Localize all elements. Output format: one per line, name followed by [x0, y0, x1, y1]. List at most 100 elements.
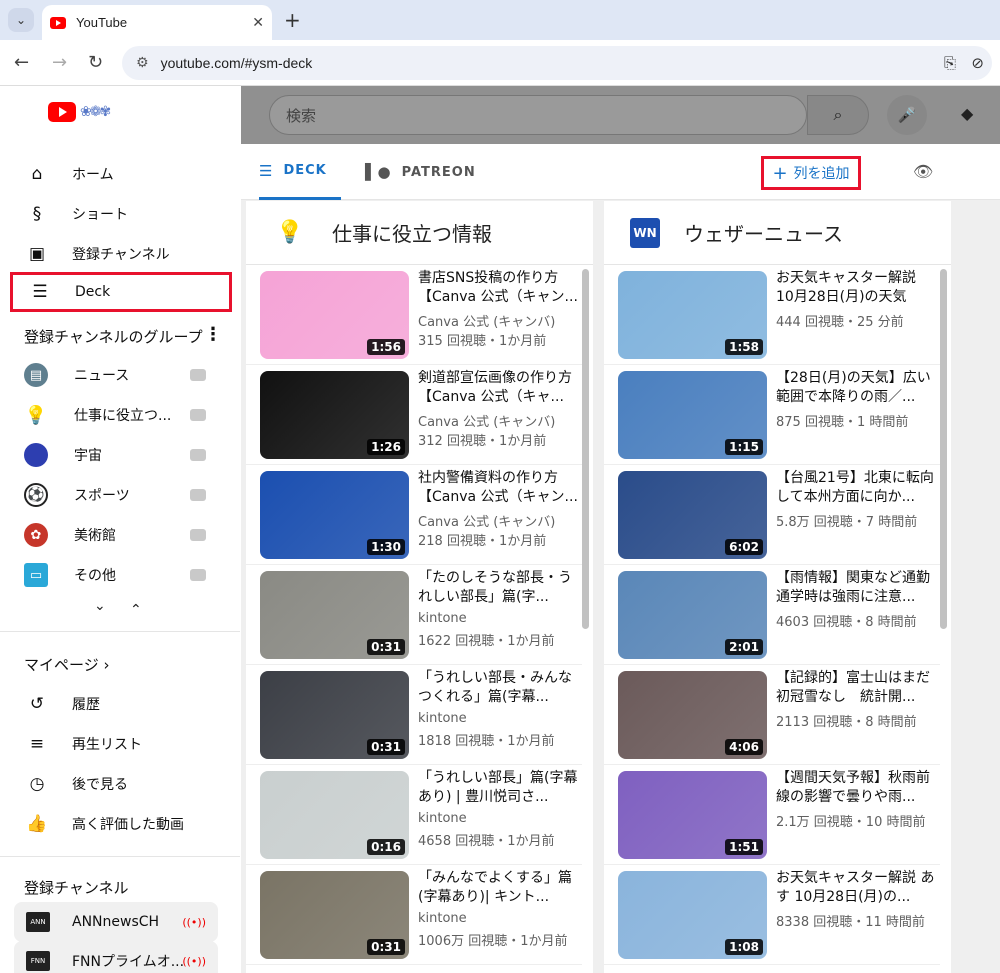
video-item[interactable]: 0:31 「たのしそうな部長・うれしい部長」篇(字... kintone 1622 回… — [246, 565, 582, 665]
video-title[interactable]: 【週間天気予報】秋雨前線の影響で曇りや雨... — [776, 769, 936, 807]
video-item[interactable]: 1:15 【28日(月)の天気】広い範囲で本降りの雨／... 875 回視聴・1 時… — [604, 365, 940, 465]
tab-search-button[interactable]: ⌄ — [8, 8, 34, 32]
channel-name[interactable]: kintone — [418, 911, 467, 926]
duration-badge: 2:01 — [725, 639, 763, 655]
video-thumbnail[interactable]: 6:02 — [618, 471, 767, 559]
sidebar-item-watch-later[interactable]: ◷ 後で見る — [10, 764, 232, 804]
more-options-icon[interactable]: ⋮ — [204, 324, 222, 345]
play-icon[interactable] — [190, 409, 206, 421]
video-item[interactable]: 1:51 【週間天気予報】秋雨前線の影響で曇りや雨... 2.1万 回視聴・10 時… — [604, 765, 940, 865]
channel-name[interactable]: kintone — [418, 611, 467, 626]
video-thumbnail[interactable]: 1:58 — [618, 271, 767, 359]
youtube-logo-icon — [48, 102, 76, 122]
new-tab-icon[interactable]: + — [284, 8, 301, 32]
column-scrollbar[interactable] — [940, 269, 947, 629]
sidebar-item-liked[interactable]: 👍 高く評価した動画 — [10, 804, 232, 844]
video-title[interactable]: 「うれしい部長・みんなつくれる」篇(字幕... — [418, 669, 578, 707]
video-item[interactable]: 0:31 「みんなでよくする」篇 (字幕あり)| キント... kintone 100… — [246, 865, 582, 965]
sidebar-sub-fnn[interactable]: FNN FNNプライムオ... ((•)) — [14, 941, 218, 973]
video-title[interactable]: 社内警備資料の作り方【Canva 公式（キャン... — [418, 469, 578, 507]
video-title[interactable]: 「たのしそうな部長・うれしい部長」篇(字... — [418, 569, 578, 607]
video-title[interactable]: お天気キャスター解説 10月28日(月)の天気 — [776, 269, 936, 307]
video-title[interactable]: 「うれしい部長」篇(字幕あり) | 豊川悦司さ... — [418, 769, 578, 807]
address-bar[interactable]: ⚙ youtube.com/#ysm-deck ⎘ ⊘ — [122, 46, 992, 80]
video-thumbnail[interactable]: 0:31 — [260, 671, 409, 759]
sidebar-item-subscriptions[interactable]: ▣ 登録チャンネル — [10, 234, 232, 274]
sidebar-item-playlist[interactable]: ≡ 再生リスト — [10, 724, 232, 764]
mypage-heading[interactable]: マイページ › — [24, 654, 109, 675]
video-item[interactable]: 1:26 剣道部宣伝画像の作り方【Canva 公式（キャ... Canva 公式 (… — [246, 365, 582, 465]
video-title[interactable]: 【記録的】富士山はまだ初冠雪なし 統計開... — [776, 669, 936, 707]
group-item-news[interactable]: ▤ ニュース — [14, 355, 232, 395]
search-input[interactable]: 検索 — [269, 95, 807, 135]
back-icon[interactable]: ← — [14, 52, 29, 73]
microphone-button[interactable]: 🎤 — [887, 95, 927, 135]
video-title[interactable]: 【雨情報】関東など通勤通学時は強雨に注意... — [776, 569, 936, 607]
close-tab-icon[interactable]: ✕ — [252, 15, 264, 31]
video-item[interactable]: 0:16 「うれしい部長」篇(字幕あり) | 豊川悦司さ... kintone 465… — [246, 765, 582, 865]
video-title[interactable]: 【台風21号】北東に転向して本州方面に向か... — [776, 469, 936, 507]
group-item-sports[interactable]: ⚽ スポーツ — [14, 475, 232, 515]
group-item-art[interactable]: ✿ 美術館 — [14, 515, 232, 555]
forward-icon[interactable]: → — [52, 52, 67, 73]
hide-icon[interactable]: ⊘ — [971, 54, 984, 72]
video-item[interactable]: 1:30 社内警備資料の作り方【Canva 公式（キャン... Canva 公式 (… — [246, 465, 582, 565]
tab-deck[interactable]: ☰ DECK — [259, 144, 341, 200]
sidebar-item-shorts[interactable]: § ショート — [10, 194, 232, 234]
play-icon[interactable] — [190, 369, 206, 381]
video-thumbnail[interactable]: 0:31 — [260, 571, 409, 659]
group-item-space[interactable]: 宇宙 — [14, 435, 232, 475]
tab-patreon[interactable]: ▌● PATREON — [365, 144, 476, 200]
channel-name[interactable]: Canva 公式 (キャンバ) — [418, 511, 555, 530]
video-thumbnail[interactable]: 4:06 — [618, 671, 767, 759]
sidebar-item-history[interactable]: ↺ 履歴 — [10, 684, 232, 724]
video-thumbnail[interactable]: 1:15 — [618, 371, 767, 459]
group-item-other[interactable]: ▭ その他 — [14, 555, 232, 595]
video-item[interactable]: 6:02 【台風21号】北東に転向して本州方面に向か... 5.8万 回視聴・7 時… — [604, 465, 940, 565]
video-thumbnail[interactable]: 1:51 — [618, 771, 767, 859]
video-thumbnail[interactable]: 1:56 — [260, 271, 409, 359]
video-title[interactable]: 「みんなでよくする」篇 (字幕あり)| キント... — [418, 869, 578, 907]
browser-tab[interactable]: YouTube ✕ — [42, 5, 272, 40]
channel-name[interactable]: Canva 公式 (キャンバ) — [418, 311, 555, 330]
video-item[interactable]: 4:06 【記録的】富士山はまだ初冠雪なし 統計開... 2113 回視聴・8 時間… — [604, 665, 940, 765]
group-item-work[interactable]: 💡 仕事に役立つ... — [14, 395, 232, 435]
play-icon[interactable] — [190, 489, 206, 501]
sidebar-item-deck[interactable]: ☰ Deck — [10, 272, 232, 312]
install-app-icon[interactable]: ⎘ — [944, 54, 956, 72]
sidebar-sub-annnewsch[interactable]: ANN ANNnewsCH ((•)) — [14, 902, 218, 942]
column-scrollbar[interactable] — [582, 269, 589, 629]
video-title[interactable]: 【28日(月)の天気】広い範囲で本降りの雨／... — [776, 369, 936, 407]
search-button[interactable]: ⌕ — [807, 95, 869, 135]
video-meta: 875 回視聴・1 時間前 — [776, 415, 909, 430]
video-item[interactable]: 0:31 「うれしい部長・みんなつくれる」篇(字幕... kintone 1818 回… — [246, 665, 582, 765]
play-icon[interactable] — [190, 569, 206, 581]
video-thumbnail[interactable]: 0:31 — [260, 871, 409, 959]
video-thumbnail[interactable]: 1:08 — [618, 871, 767, 959]
video-thumbnail[interactable]: 0:16 — [260, 771, 409, 859]
video-title[interactable]: 剣道部宣伝画像の作り方【Canva 公式（キャ... — [418, 369, 578, 407]
reload-icon[interactable]: ↻ — [88, 52, 103, 73]
collapse-up-icon[interactable]: ⌃ — [130, 602, 142, 618]
tag-icon[interactable]: ◆ — [961, 104, 973, 123]
channel-name[interactable]: kintone — [418, 711, 467, 726]
sidebar-item-home[interactable]: ⌂ ホーム — [10, 154, 232, 194]
video-item[interactable]: 2:01 【雨情報】関東など通勤通学時は強雨に注意... 4603 回視聴・8 時間… — [604, 565, 940, 665]
video-thumbnail[interactable]: 1:30 — [260, 471, 409, 559]
add-column-button[interactable]: + 列を追加 — [761, 156, 861, 190]
video-item[interactable]: 1:58 お天気キャスター解説 10月28日(月)の天気 444 回視聴・25 分前 — [604, 265, 940, 365]
site-info-icon[interactable]: ⚙ — [136, 55, 149, 71]
play-icon[interactable] — [190, 529, 206, 541]
video-thumbnail[interactable]: 2:01 — [618, 571, 767, 659]
expand-down-icon[interactable]: ⌄ — [94, 598, 106, 614]
video-thumbnail[interactable]: 1:26 — [260, 371, 409, 459]
channel-name[interactable]: kintone — [418, 811, 467, 826]
play-icon[interactable] — [190, 449, 206, 461]
channel-name[interactable]: Canva 公式 (キャンバ) — [418, 411, 555, 430]
visibility-icon[interactable]: 👁 — [913, 162, 933, 181]
video-title[interactable]: お天気キャスター解説 あす 10月28日(月)の... — [776, 869, 936, 907]
video-item[interactable]: 1:08 お天気キャスター解説 あす 10月28日(月)の... 8338 回視聴・… — [604, 865, 940, 965]
video-title[interactable]: 書店SNS投稿の作り方【Canva 公式（キャン... — [418, 269, 578, 307]
youtube-logo[interactable]: ❀❁✾ — [48, 102, 111, 122]
video-item[interactable]: 1:56 書店SNS投稿の作り方【Canva 公式（キャン... Canva 公式 … — [246, 265, 582, 365]
